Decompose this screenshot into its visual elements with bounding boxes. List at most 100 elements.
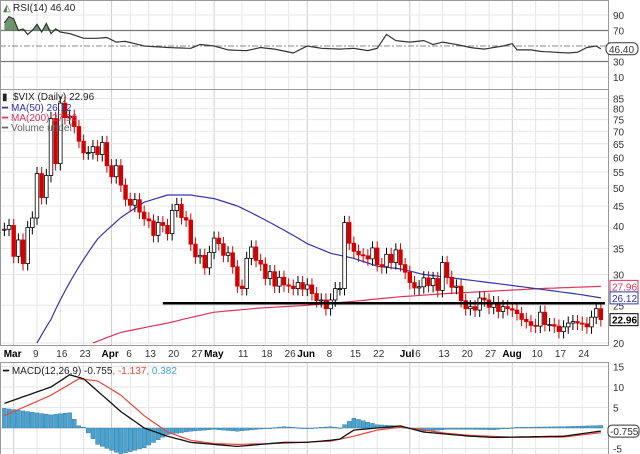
macd-histogram-bar	[524, 427, 529, 429]
macd-histogram-bar	[86, 427, 91, 434]
macd-title-part: , -1.137	[112, 366, 146, 377]
x-tick-label: 27	[191, 349, 203, 360]
candle-body	[566, 322, 571, 328]
candle-body	[216, 237, 221, 245]
macd-histogram-bar	[235, 427, 240, 432]
candle-body	[132, 199, 138, 206]
candle-body	[160, 222, 166, 226]
x-tick-label: 20	[462, 349, 474, 360]
candle-body	[384, 253, 389, 268]
macd-histogram-bar	[538, 426, 543, 429]
x-tick-label: 22	[373, 349, 385, 360]
x-tick-label: 13	[438, 349, 450, 360]
macd-histogram-bar	[561, 426, 566, 429]
macd-histogram-bar	[137, 427, 142, 450]
candle-body	[370, 247, 375, 260]
candle-body	[179, 204, 184, 219]
ma200-line	[92, 285, 601, 344]
candle-body	[435, 278, 440, 291]
candle-body	[165, 225, 170, 235]
macd-histogram-bar	[347, 421, 352, 429]
macd-histogram-bar	[72, 419, 77, 429]
macd-histogram-bar	[239, 427, 245, 432]
macd-histogram-bar	[258, 427, 263, 430]
price-tick-label: 80	[613, 105, 625, 116]
price-tick-label: 70	[613, 127, 625, 138]
price-tick-label: 40	[613, 222, 625, 233]
macd-histogram-bar	[25, 411, 30, 429]
x-tick-label: 26	[285, 349, 297, 360]
macd-histogram-bar	[458, 427, 464, 430]
rsi-tick-label: 70	[613, 27, 625, 38]
candle-body	[104, 142, 110, 167]
candle-body	[472, 306, 478, 311]
macd-histogram-bar	[444, 427, 450, 430]
candle-body	[468, 306, 473, 310]
macd-histogram-bar	[277, 426, 282, 429]
candle-body	[458, 285, 464, 302]
candle-body	[528, 321, 534, 326]
price-tag-label: 22.96	[612, 316, 637, 327]
macd-histogram-bar	[309, 427, 315, 429]
candle-body	[151, 220, 156, 236]
x-tick-label: 16	[56, 349, 68, 360]
candle-body	[169, 210, 175, 235]
macd-histogram-bar	[328, 426, 333, 429]
candle-body	[379, 264, 385, 268]
candle-body	[412, 282, 417, 289]
macd-histogram-bar	[356, 419, 361, 429]
candle-body	[183, 217, 189, 221]
candle-body	[211, 237, 217, 253]
rsi-overbought-fill	[4, 16, 601, 31]
x-tick-label: May	[204, 349, 224, 360]
macd-histogram-bar	[510, 427, 515, 429]
candle-body	[291, 285, 296, 289]
candle-body	[272, 271, 277, 287]
macd-tick-label: -5	[613, 445, 622, 454]
macd-histogram-bar	[589, 425, 594, 429]
macd-histogram-bar	[207, 427, 212, 430]
macd-histogram-bar	[500, 427, 506, 429]
macd-histogram-bar	[552, 426, 557, 429]
candle-body	[482, 297, 487, 301]
x-tick-label: 20	[168, 349, 180, 360]
candle-body	[207, 251, 212, 269]
macd-histogram-bar	[183, 427, 189, 433]
macd-histogram-bar	[100, 427, 105, 447]
candle-body	[188, 219, 193, 245]
macd-histogram-bar	[76, 425, 82, 429]
candle-body	[421, 277, 426, 288]
x-tick-label: 10	[532, 349, 544, 360]
macd-histogram-bar	[291, 427, 296, 429]
macd-histogram-bar	[323, 426, 329, 429]
candle-body	[95, 146, 100, 155]
x-tick-label: Jul	[400, 349, 415, 360]
macd-histogram-bar	[496, 427, 501, 430]
macd-histogram-bar	[141, 427, 147, 448]
macd-title: ━ MACD(12,26,9) -0.755, -1.137, 0.382	[2, 366, 177, 377]
candle-body	[221, 243, 226, 256]
candle-body	[514, 309, 520, 315]
candle-body	[309, 284, 315, 294]
x-tick-label: Jun	[297, 349, 315, 360]
x-tick-label: 17	[555, 349, 567, 360]
macd-histogram-bar	[533, 426, 538, 429]
candle-body	[538, 311, 543, 327]
candle-body	[365, 255, 371, 260]
candle-body	[114, 165, 119, 178]
macd-histogram-bar	[584, 425, 590, 429]
price-tick-label: 55	[613, 168, 625, 179]
macd-histogram-bar	[365, 421, 371, 429]
macd-histogram-bar	[337, 427, 343, 429]
macd-histogram-bar	[48, 414, 54, 429]
macd-histogram-bar	[491, 427, 496, 430]
macd-histogram-bar	[193, 427, 198, 432]
candle-body	[300, 282, 305, 290]
x-tick-label: Mar	[4, 349, 22, 360]
macd-histogram-bar	[62, 413, 68, 429]
macd-title-part: , 0.382	[146, 366, 177, 377]
macd-histogram-bar	[253, 427, 259, 430]
macd-histogram-bar	[16, 410, 21, 429]
macd-value-tag-label: -0.755	[610, 427, 639, 438]
macd-histogram-bar	[598, 425, 604, 429]
